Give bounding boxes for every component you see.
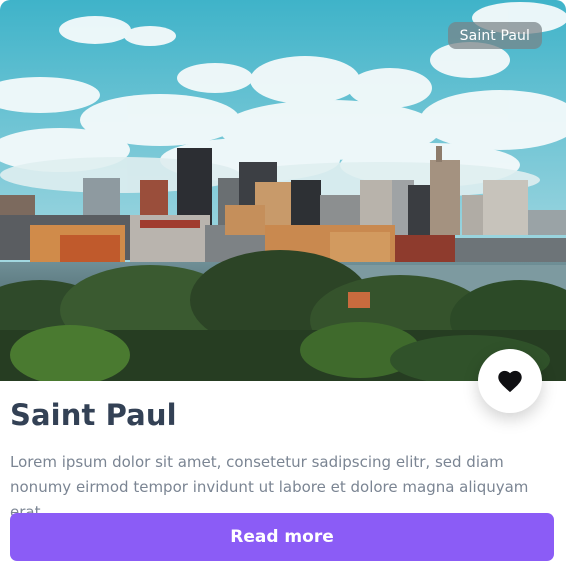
favorite-button[interactable]: [478, 349, 542, 413]
city-skyline-image: Saint Paul: [0, 0, 566, 381]
location-tag: Saint Paul: [447, 22, 542, 49]
city-card: Saint Paul Saint Paul Lorem ipsum dolor …: [0, 0, 566, 573]
read-more-button[interactable]: Read more: [10, 513, 554, 561]
card-title: Saint Paul: [10, 398, 177, 432]
heart-icon: [498, 370, 522, 392]
